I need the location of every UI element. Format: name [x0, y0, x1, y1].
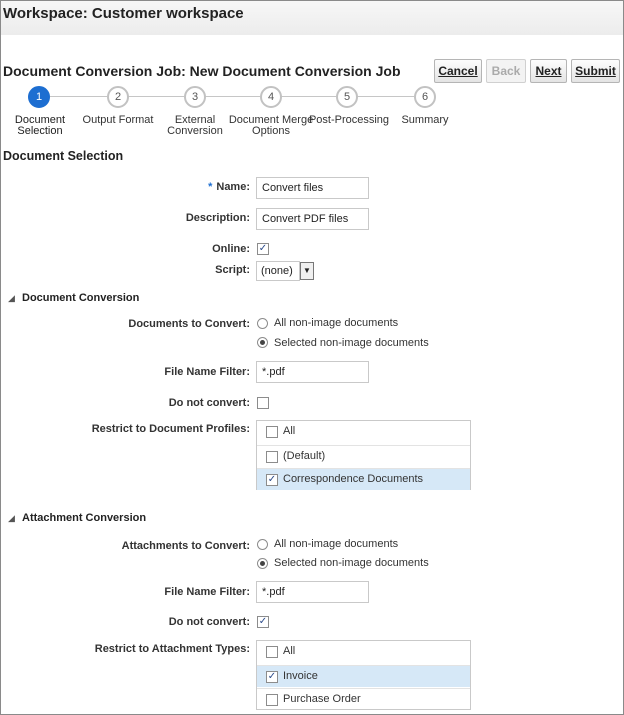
script-select[interactable]: (none): [256, 261, 300, 281]
next-button[interactable]: Next: [530, 59, 567, 83]
name-label: * Name:: [208, 181, 250, 193]
list-item-label: All: [283, 645, 296, 657]
checkbox[interactable]: [266, 694, 278, 706]
main-frame: [0, 0, 624, 715]
doc-filter-field[interactable]: *.pdf: [256, 361, 369, 383]
checkbox[interactable]: [266, 426, 278, 438]
train-connector: [357, 96, 414, 97]
radio-selected-docs[interactable]: [257, 337, 268, 348]
online-label: Online:: [212, 243, 250, 255]
name-field[interactable]: Convert files: [256, 177, 369, 199]
checkbox[interactable]: [266, 646, 278, 658]
checkbox[interactable]: ✓: [266, 671, 278, 683]
train-stop-4[interactable]: 4: [260, 86, 282, 108]
list-item-label: (Default): [283, 450, 326, 462]
online-checkbox[interactable]: ✓: [257, 243, 269, 255]
list-item-label: Correspondence Documents: [283, 473, 424, 485]
train-stop-5[interactable]: 5: [336, 86, 358, 108]
script-label: Script:: [215, 264, 250, 276]
docs-to-convert-label: Documents to Convert:: [128, 318, 250, 330]
radio-selected-docs-label[interactable]: Selected non-image documents: [274, 337, 429, 349]
doc-do-not-convert-label: Do not convert:: [168, 397, 250, 409]
list-item-label: All: [283, 425, 296, 437]
train-connector: [281, 96, 336, 97]
list-item[interactable]: All: [257, 641, 470, 663]
doc-profiles-list[interactable]: All (Default) ✓ Correspondence Documents: [256, 420, 471, 490]
train-connector: [50, 96, 107, 97]
attach-types-list[interactable]: All ✓ Invoice Purchase Order: [256, 640, 471, 710]
train-connector: [205, 96, 260, 97]
attach-types-label: Restrict to Attachment Types:: [94, 643, 250, 655]
train-label-1[interactable]: Document Selection: [0, 115, 80, 137]
attach-to-convert-label: Attachments to Convert:: [121, 540, 250, 552]
attach-do-not-convert-checkbox[interactable]: ✓: [257, 616, 269, 628]
back-button[interactable]: Back: [486, 59, 526, 83]
train-label-2[interactable]: Output Format: [78, 115, 158, 126]
train-stop-1[interactable]: 1: [28, 86, 50, 108]
radio-all-attach[interactable]: [257, 539, 268, 550]
radio-all-attach-label[interactable]: All non-image documents: [274, 538, 398, 550]
train-label-3[interactable]: External Conversion: [155, 115, 235, 137]
list-item[interactable]: All: [257, 421, 470, 443]
attachment-conversion-title[interactable]: Attachment Conversion: [22, 512, 146, 524]
checkbox[interactable]: [266, 451, 278, 463]
description-label: Description:: [185, 212, 250, 224]
train-label-6[interactable]: Summary: [385, 115, 465, 126]
attach-filter-field[interactable]: *.pdf: [256, 581, 369, 603]
doc-filter-label: File Name Filter:: [164, 366, 250, 378]
train-label-5[interactable]: Post-Processing: [304, 115, 394, 126]
list-item[interactable]: Purchase Order: [257, 688, 470, 710]
list-item[interactable]: ✓ Invoice: [257, 665, 470, 687]
train-stop-6[interactable]: 6: [414, 86, 436, 108]
doc-do-not-convert-checkbox[interactable]: [257, 397, 269, 409]
doc-conversion-title[interactable]: Document Conversion: [22, 292, 139, 304]
radio-selected-attach-label[interactable]: Selected non-image documents: [274, 557, 429, 569]
attach-do-not-convert-label: Do not convert:: [168, 616, 250, 628]
radio-all-docs[interactable]: [257, 318, 268, 329]
page-title: Document Conversion Job: New Document Co…: [3, 63, 401, 79]
submit-button[interactable]: Submit: [571, 59, 620, 83]
chevron-down-icon[interactable]: ▼: [300, 262, 314, 280]
disclose-triangle-icon[interactable]: ◢: [8, 293, 15, 304]
list-item-label: Invoice: [283, 670, 318, 682]
list-item[interactable]: (Default): [257, 445, 470, 467]
description-field[interactable]: Convert PDF files: [256, 208, 369, 230]
section-title: Document Selection: [3, 149, 124, 163]
doc-profiles-label: Restrict to Document Profiles:: [91, 423, 250, 435]
train-stop-2[interactable]: 2: [107, 86, 129, 108]
checkbox[interactable]: ✓: [266, 474, 278, 486]
attach-filter-label: File Name Filter:: [164, 586, 250, 598]
train-connector: [128, 96, 184, 97]
train-stop-3[interactable]: 3: [184, 86, 206, 108]
list-item-label: Purchase Order: [283, 693, 361, 705]
cancel-button[interactable]: Cancel: [434, 59, 482, 83]
list-item[interactable]: ✓ Correspondence Documents: [257, 468, 470, 490]
radio-all-docs-label[interactable]: All non-image documents: [274, 317, 398, 329]
disclose-triangle-icon[interactable]: ◢: [8, 513, 15, 524]
workspace-title: Workspace: Customer workspace: [3, 5, 244, 22]
radio-selected-attach[interactable]: [257, 558, 268, 569]
